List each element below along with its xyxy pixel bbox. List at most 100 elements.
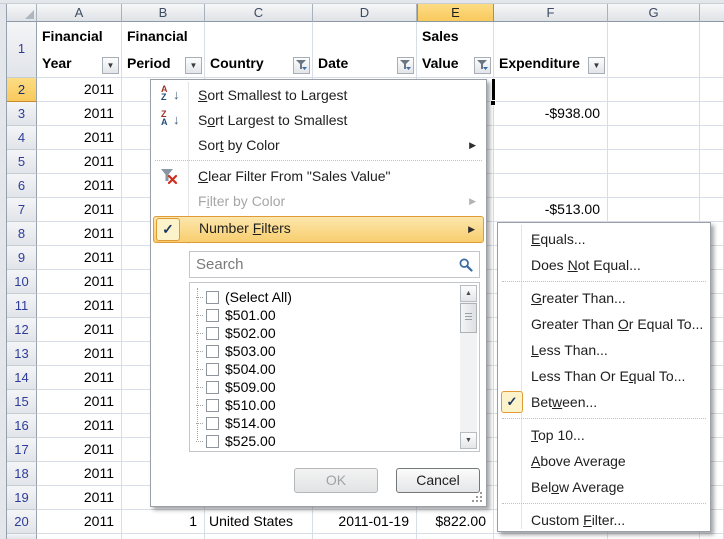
checkbox[interactable] [206,309,219,322]
menu-item-sort-largest-to-smallest[interactable]: Sort Largest to Smallest [153,108,484,133]
row-header[interactable]: 18 [7,462,37,486]
list-item[interactable]: $502.00 [192,324,460,342]
list-item[interactable]: $510.00 [192,396,460,414]
cell-financial-year[interactable]: 2011 [37,462,122,486]
cell-financial-year[interactable]: 2011 [37,222,122,246]
dropdown-arrow-icon[interactable]: ▼ [588,57,605,74]
list-item[interactable]: $514.00 [192,414,460,432]
cell-country[interactable]: United States [205,510,313,534]
cell-expenditure[interactable] [494,174,608,198]
checkbox[interactable] [206,381,219,394]
cell-expenditure[interactable] [494,126,608,150]
row-header[interactable]: 16 [7,414,37,438]
cell-empty[interactable] [700,198,724,222]
submenu-item-greater-than[interactable]: Greater Than... [500,285,708,311]
column-header-partial[interactable] [700,4,724,22]
cell-financial-year[interactable]: 2011 [37,270,122,294]
cell-sales-value[interactable]: $822.00 [417,510,494,534]
column-header-b[interactable]: B [122,4,205,22]
row-header-1[interactable]: 1 [7,22,37,78]
header-financial-period[interactable]: Financial Period ▼ [122,22,205,78]
cell-empty[interactable] [700,150,724,174]
row-header[interactable]: 15 [7,390,37,414]
cell-empty[interactable] [608,198,700,222]
cell-financial-year[interactable]: 2011 [37,174,122,198]
cell-empty[interactable] [608,150,700,174]
menu-item-filter-by-color[interactable]: Filter by Color [153,189,484,214]
cell-empty[interactable] [700,126,724,150]
checkbox[interactable] [206,417,219,430]
cell-financial-year[interactable]: 2011 [37,198,122,222]
menu-item-sort-by-color[interactable]: Sort by Color [153,133,484,158]
cell-financial-year[interactable]: 2011 [37,414,122,438]
row-header[interactable]: 12 [7,318,37,342]
menu-item-number-filters[interactable]: Number Filters [153,216,484,243]
checkbox[interactable] [206,399,219,412]
row-header[interactable]: 9 [7,246,37,270]
checkbox[interactable] [206,363,219,376]
dropdown-arrow-icon[interactable]: ▼ [102,57,119,74]
cell-financial-period[interactable]: 1 [122,510,205,534]
cell-empty[interactable] [608,78,700,102]
row-header[interactable] [7,534,37,539]
cell-financial-year[interactable]: 2011 [37,510,122,534]
cell-expenditure[interactable] [494,150,608,174]
cell-financial-year[interactable]: 2011 [37,150,122,174]
header-date[interactable]: Date [313,22,417,78]
column-header-c[interactable]: C [205,4,313,22]
header-financial-year[interactable]: Financial Year ▼ [37,22,122,78]
cell-expenditure[interactable] [494,78,608,102]
cell-financial-year[interactable]: 2011 [37,318,122,342]
row-header[interactable]: 3 [7,102,37,126]
header-expenditure[interactable]: Expenditure ▼ [494,22,608,78]
cell-financial-year[interactable]: 2011 [37,246,122,270]
list-item[interactable]: $509.00 [192,378,460,396]
submenu-item-greater-than-or-equal[interactable]: Greater Than Or Equal To... [500,311,708,337]
header-empty-g[interactable] [608,22,700,78]
cell-expenditure[interactable]: -$513.00 [494,198,608,222]
row-header[interactable]: 10 [7,270,37,294]
scroll-up-arrow-icon[interactable]: ▲ [460,285,477,302]
search-input[interactable] [190,252,479,277]
column-header-f[interactable]: F [494,4,608,22]
list-item[interactable]: $503.00 [192,342,460,360]
list-item-partial[interactable] [192,451,225,452]
cell-financial-year[interactable]: 2011 [37,102,122,126]
cell-expenditure[interactable]: -$938.00 [494,102,608,126]
dropdown-arrow-icon[interactable]: ▼ [185,57,202,74]
checkbox[interactable] [206,345,219,358]
row-header[interactable]: 5 [7,150,37,174]
row-header[interactable]: 8 [7,222,37,246]
ok-button[interactable]: OK [294,468,378,493]
row-header[interactable]: 4 [7,126,37,150]
cell-empty[interactable] [608,126,700,150]
submenu-item-less-than[interactable]: Less Than... [500,337,708,363]
row-header[interactable]: 19 [7,486,37,510]
fill-handle[interactable] [490,100,496,106]
row-header[interactable]: 2 [7,78,37,102]
menu-item-clear-filter[interactable]: Clear Filter From "Sales Value" [153,164,484,189]
cell-financial-year[interactable]: 2011 [37,438,122,462]
submenu-item-between[interactable]: Between... [500,389,708,415]
select-all-corner[interactable] [7,4,37,22]
cell-empty[interactable] [608,102,700,126]
cell-financial-year[interactable]: 2011 [37,486,122,510]
resize-grip[interactable] [468,488,482,502]
header-empty-partial[interactable] [700,22,724,78]
submenu-item-less-than-or-equal[interactable]: Less Than Or Equal To... [500,363,708,389]
row-header[interactable]: 11 [7,294,37,318]
submenu-item-above-average[interactable]: Above Average [500,448,708,474]
column-header-d[interactable]: D [313,4,417,22]
cell-financial-year[interactable]: 2011 [37,78,122,102]
list-item[interactable]: (Select All) [192,288,460,306]
scrollbar-thumb[interactable] [460,303,477,333]
cell-empty[interactable] [700,174,724,198]
search-icon[interactable] [459,258,473,272]
cell-empty[interactable] [608,174,700,198]
cell-financial-year[interactable]: 2011 [37,366,122,390]
column-header-e-selected[interactable]: E [417,4,494,22]
row-header[interactable]: 7 [7,198,37,222]
menu-item-sort-smallest-to-largest[interactable]: Sort Smallest to Largest [153,83,484,108]
row-header[interactable]: 13 [7,342,37,366]
cell-date[interactable]: 2011-01-19 [313,510,417,534]
